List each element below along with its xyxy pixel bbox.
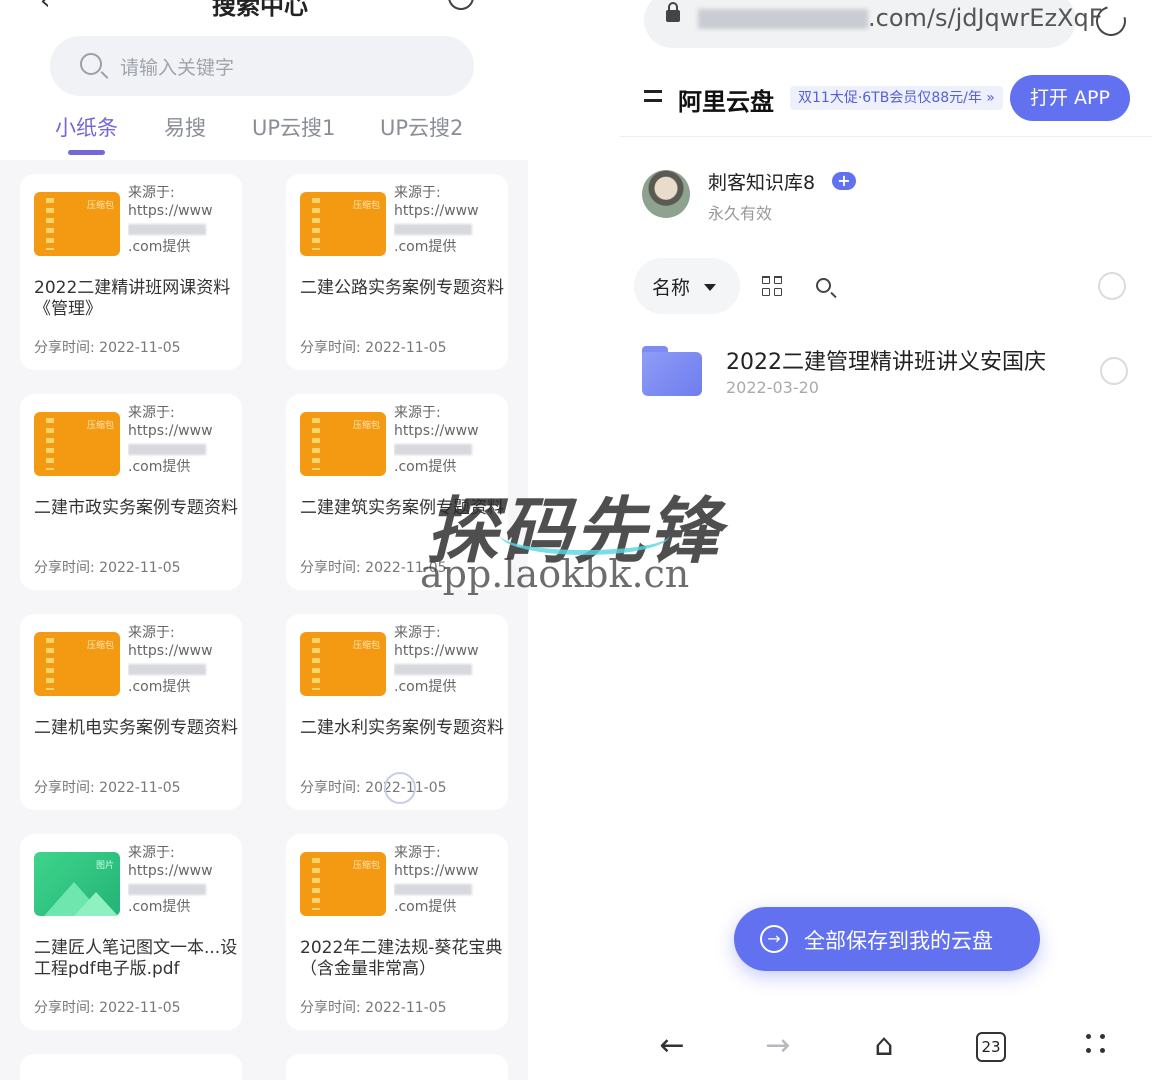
folder-icon — [642, 346, 702, 398]
result-card[interactable]: 压缩包 来源于: https://www .com提供 二建市政实务案例专题资料… — [20, 394, 242, 590]
tab-up-yunsou-2[interactable]: UP云搜2 — [380, 112, 463, 142]
history-icon[interactable] — [448, 0, 474, 10]
open-app-button[interactable]: 打开 APP — [1010, 75, 1130, 121]
grid-view-icon[interactable] — [762, 276, 782, 296]
card-source: 来源于: https://www .com提供 — [128, 625, 213, 695]
card-source: 来源于: https://www .com提供 — [394, 405, 479, 475]
tab-xiaozhitiao[interactable]: 小纸条 — [55, 112, 118, 142]
watermark-url: app.laokbk.cn — [420, 552, 690, 596]
zip-file-icon: 压缩包 — [34, 412, 120, 476]
top-bar: ‹ 搜索中心 请输入关键字 小纸条 易搜 UP云搜1 UP云搜2 — [0, 0, 528, 160]
card-date: 分享时间: 2022-11-05 — [34, 340, 181, 356]
card-date: 分享时间: 2022-11-05 — [300, 340, 447, 356]
brand-title: 阿里云盘 — [678, 88, 774, 116]
redacted-domain — [128, 663, 206, 675]
card-date: 分享时间: 2022-11-05 — [300, 1000, 447, 1016]
redacted-url — [698, 9, 868, 29]
forward-arrow-icon[interactable]: → — [758, 1030, 798, 1066]
save-all-label: 全部保存到我的云盘 — [804, 929, 993, 953]
result-card[interactable]: 压缩包 来源于: https://www .com提供 2022二建精讲班网课资… — [20, 174, 242, 370]
lock-icon — [666, 2, 680, 22]
select-all-checkbox[interactable] — [1098, 272, 1126, 300]
result-card[interactable] — [20, 1054, 242, 1080]
avatar — [642, 170, 690, 218]
active-tab-indicator — [68, 150, 105, 155]
zip-file-icon: 压缩包 — [300, 632, 386, 696]
follow-plus-button[interactable]: + — [832, 172, 856, 190]
result-card[interactable]: 压缩包 来源于: https://www .com提供 2022年二建法规-葵花… — [286, 834, 508, 1030]
card-title: 二建匠人笔记图文一本...设工程pdf电子版.pdf — [34, 938, 238, 979]
back-arrow-icon[interactable]: ‹ — [40, 0, 50, 16]
redacted-domain — [394, 223, 472, 235]
tap-ripple-indicator — [384, 772, 416, 804]
sort-label: 名称 — [652, 277, 691, 299]
search-input[interactable]: 请输入关键字 — [50, 36, 474, 96]
address-bar[interactable]: .com/s/jdJqwrEzXqF — [644, 0, 1103, 48]
arrow-circle-icon: → — [760, 925, 788, 953]
more-icon[interactable] — [1086, 1034, 1110, 1058]
result-card[interactable] — [286, 1054, 508, 1080]
zip-file-icon: 压缩包 — [34, 632, 120, 696]
card-title: 二建水利实务案例专题资料 — [300, 718, 504, 738]
search-icon — [80, 53, 102, 75]
folder-checkbox[interactable] — [1100, 357, 1128, 385]
image-file-icon: 图片 — [34, 852, 120, 916]
card-source: 来源于: https://www .com提供 — [394, 185, 479, 255]
redacted-domain — [128, 883, 206, 895]
tab-up-yunsou-1[interactable]: UP云搜1 — [252, 112, 335, 142]
zip-file-icon: 压缩包 — [300, 412, 386, 476]
back-arrow-icon[interactable]: ← — [652, 1030, 692, 1066]
redacted-domain — [128, 223, 206, 235]
card-source: 来源于: https://www .com提供 — [128, 845, 213, 915]
save-all-button[interactable]: → 全部保存到我的云盘 — [734, 907, 1040, 971]
result-card[interactable]: 图片 来源于: https://www .com提供 二建匠人笔记图文一本...… — [20, 834, 242, 1030]
share-validity: 永久有效 — [708, 204, 773, 223]
card-title: 2022二建精讲班网课资料《管理》 — [34, 278, 231, 319]
result-card[interactable]: 压缩包 来源于: https://www .com提供 二建公路实务案例专题资料… — [286, 174, 508, 370]
card-source: 来源于: https://www .com提供 — [128, 405, 213, 475]
card-title: 二建市政实务案例专题资料 — [34, 498, 238, 518]
home-icon[interactable]: ⌂ — [864, 1030, 904, 1066]
tab-yisou[interactable]: 易搜 — [164, 112, 206, 142]
card-title: 二建公路实务案例专题资料 — [300, 278, 504, 298]
watermark-swoosh — [500, 515, 670, 555]
redacted-domain — [394, 663, 472, 675]
zip-file-icon: 压缩包 — [300, 192, 386, 256]
header-divider — [620, 136, 1152, 137]
menu-icon[interactable] — [644, 90, 662, 102]
zip-file-icon: 压缩包 — [300, 852, 386, 916]
result-card[interactable]: 压缩包 来源于: https://www .com提供 二建机电实务案例专题资料… — [20, 614, 242, 810]
sharer-name: 刺客知识库8 — [708, 172, 816, 194]
search-placeholder: 请输入关键字 — [120, 57, 235, 79]
card-title: 2022年二建法规-葵花宝典（含金量非常高） — [300, 938, 503, 979]
search-icon[interactable] — [816, 278, 831, 293]
page-title: 搜索中心 — [212, 0, 308, 20]
card-date: 分享时间: 2022-11-05 — [34, 1000, 181, 1016]
zip-file-icon: 压缩包 — [34, 192, 120, 256]
folder-date: 2022-03-20 — [726, 378, 819, 397]
browser-nav-bar: ← → ⌂ 23 — [620, 1010, 1152, 1080]
folder-name[interactable]: 2022二建管理精讲班讲义安国庆 — [726, 344, 1046, 376]
url-text: .com/s/jdJqwrEzXqF — [698, 4, 1103, 32]
card-source: 来源于: https://www .com提供 — [394, 625, 479, 695]
redacted-domain — [394, 443, 472, 455]
card-date: 分享时间: 2022-11-05 — [34, 780, 181, 796]
caret-down-icon — [704, 284, 716, 291]
redacted-domain — [394, 883, 472, 895]
card-title: 二建机电实务案例专题资料 — [34, 718, 238, 738]
card-date: 分享时间: 2022-11-05 — [300, 780, 447, 796]
tabs-count-button[interactable]: 23 — [976, 1032, 1006, 1062]
redacted-domain — [128, 443, 206, 455]
card-date: 分享时间: 2022-11-05 — [34, 560, 181, 576]
card-source: 来源于: https://www .com提供 — [128, 185, 213, 255]
card-source: 来源于: https://www .com提供 — [394, 845, 479, 915]
promo-banner[interactable]: 双11大促·6TB会员仅88元/年 » — [790, 86, 1003, 110]
